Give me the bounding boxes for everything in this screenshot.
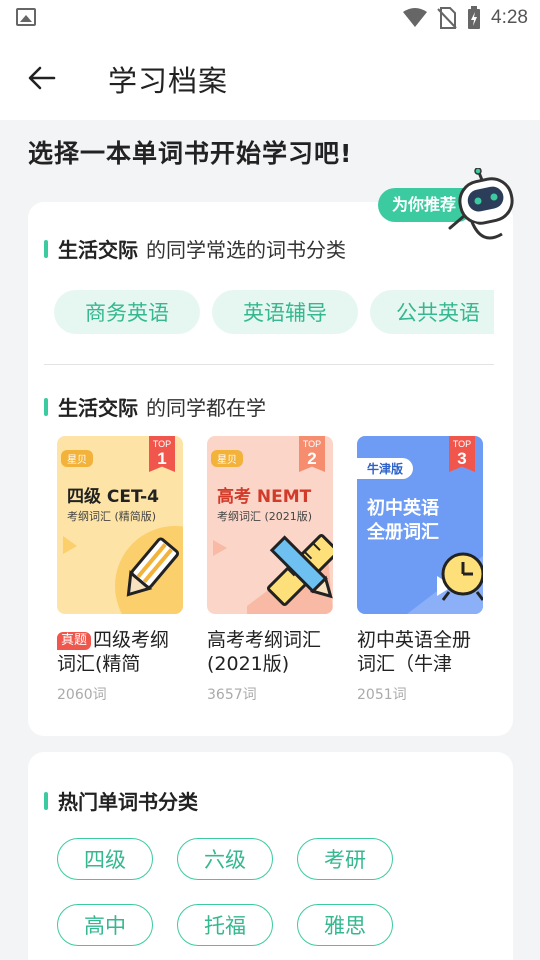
accent-bar	[44, 791, 48, 810]
book-card-junior-high[interactable]: 牛津版 TOP 3 初中英语 全册词汇 初中英语全册词汇（牛津 2051词	[357, 436, 487, 704]
category-tag-cet4[interactable]: 四级	[57, 838, 153, 880]
accent-bar	[44, 239, 48, 258]
interest-highlight: 生活交际	[58, 234, 138, 263]
categories-section-title: 生活交际 的同学常选的词书分类	[44, 234, 346, 263]
word-count: 2051词	[357, 687, 407, 703]
no-sim-icon	[437, 7, 457, 29]
category-tag-toefl[interactable]: 托福	[177, 904, 273, 946]
wifi-icon	[403, 8, 428, 27]
cover-title-line2: 全册词汇	[367, 522, 439, 543]
book-title: 真题 四级考纲词汇(精简	[57, 629, 170, 675]
category-tag-postgrad[interactable]: 考研	[297, 838, 393, 880]
accent-bar	[44, 397, 48, 416]
status-bar: 4:28	[0, 0, 540, 36]
book-card-gaokao[interactable]: 星贝 TOP 2 高考 NEMT 考纲词汇 (2021版) 高考考纲词汇(2021…	[207, 436, 337, 704]
app-bar: 学习档案	[0, 36, 540, 120]
page-title: 学习档案	[108, 64, 229, 98]
robot-mascot-icon	[448, 168, 514, 240]
book-card-cet4[interactable]: 星贝 TOP 1 四级 CET-4 考纲词汇 (精简版) 真题 四级考纲词汇(精简 …	[57, 436, 187, 704]
publisher-logo: 星贝	[211, 450, 243, 467]
hot-section-title: 热门单词书分类	[44, 786, 198, 815]
book-cover: 星贝 TOP 2 高考 NEMT 考纲词汇 (2021版)	[207, 436, 333, 614]
divider	[44, 364, 494, 365]
prompt-heading: 选择一本单词书开始学习吧!	[28, 139, 353, 168]
cover-subtitle: 考纲词汇 (精简版)	[67, 510, 157, 523]
recommend-card: 生活交际 的同学常选的词书分类 商务英语 英语辅导 公共英语 生活交际 的同学都…	[28, 202, 513, 736]
back-button[interactable]	[24, 60, 60, 96]
battery-charging-icon	[468, 6, 481, 29]
category-pill-public-english[interactable]: 公共英语	[370, 290, 494, 334]
word-count: 2060词	[57, 687, 107, 703]
cover-title: 初中英语	[367, 498, 439, 519]
image-notification-icon	[16, 8, 36, 26]
back-arrow-icon	[28, 66, 56, 90]
book-cover: 牛津版 TOP 3 初中英语 全册词汇	[357, 436, 483, 614]
category-pill-business-english[interactable]: 商务英语	[54, 290, 200, 334]
hot-categories-card: 热门单词书分类 四级 六级 考研 高中 托福 雅思	[28, 752, 513, 960]
exam-tag: 真题	[57, 632, 92, 650]
word-count: 3657词	[207, 687, 257, 703]
publisher-logo: 星贝	[61, 450, 93, 467]
interest-highlight: 生活交际	[58, 392, 138, 421]
book-title: 高考考纲词汇(2021版)	[207, 629, 322, 675]
category-tag-cet6[interactable]: 六级	[177, 838, 273, 880]
cover-title: 高考 NEMT	[217, 487, 312, 507]
popular-section-title: 生活交际 的同学都在学	[44, 392, 266, 421]
book-title: 初中英语全册词汇（牛津	[357, 629, 472, 675]
category-pill-english-tutoring[interactable]: 英语辅导	[212, 290, 358, 334]
category-tag-high-school[interactable]: 高中	[57, 904, 153, 946]
cover-title: 四级 CET-4	[67, 487, 159, 507]
section-text: 的同学都在学	[146, 396, 266, 420]
clock: 4:28	[491, 7, 528, 28]
category-tag-ielts[interactable]: 雅思	[297, 904, 393, 946]
cover-subtitle: 考纲词汇 (2021版)	[217, 510, 313, 523]
book-cover: 星贝 TOP 1 四级 CET-4 考纲词汇 (精简版)	[57, 436, 183, 614]
edition-label: 牛津版	[357, 458, 414, 479]
section-text: 的同学常选的词书分类	[146, 238, 346, 262]
